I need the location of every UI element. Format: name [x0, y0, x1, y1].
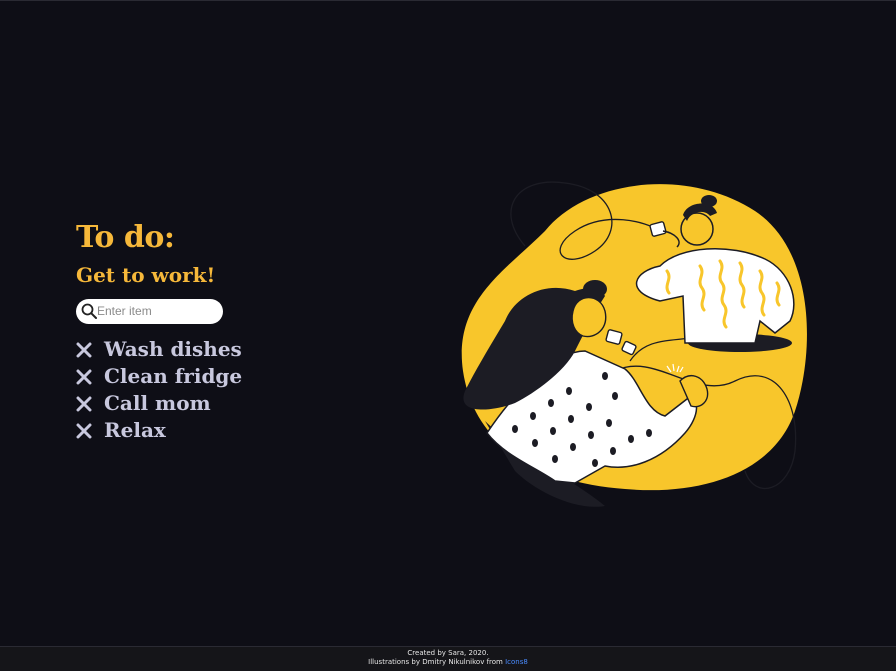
page-subtitle: Get to work!: [76, 263, 216, 287]
todo-list: Wash dishes Clean fridge Call mom Relax: [76, 336, 336, 444]
page-title: To do:: [76, 220, 175, 255]
icons8-link[interactable]: Icons8: [505, 658, 528, 666]
close-icon[interactable]: [76, 342, 92, 358]
list-item: Relax: [76, 417, 336, 444]
list-item: Clean fridge: [76, 363, 336, 390]
todo-panel: To do: Get to work! Wash dishes: [76, 219, 336, 444]
list-item-label: Clean fridge: [104, 364, 243, 388]
list-item: Call mom: [76, 390, 336, 417]
close-icon[interactable]: [76, 423, 92, 439]
footer-illustration-credit: Illustrations by Dmitry Nikulnikov from …: [0, 658, 896, 667]
list-item-label: Wash dishes: [104, 337, 242, 361]
item-input[interactable]: [97, 301, 215, 321]
list-item: Wash dishes: [76, 336, 336, 363]
search-icon: [81, 303, 97, 319]
footer: Created by Sara, 2020. Illustrations by …: [0, 646, 896, 671]
phone-call-illustration: [461, 181, 807, 507]
main-page: To do: Get to work! Wash dishes: [0, 0, 896, 646]
footer-credit: Created by Sara, 2020.: [407, 649, 489, 657]
close-icon[interactable]: [76, 369, 92, 385]
list-item-label: Relax: [104, 418, 166, 442]
list-item-label: Call mom: [104, 391, 211, 415]
footer-credit-text: Illustrations by Dmitry Nikulnikov from: [368, 658, 503, 666]
search-box: [76, 299, 223, 324]
close-icon[interactable]: [76, 396, 92, 412]
